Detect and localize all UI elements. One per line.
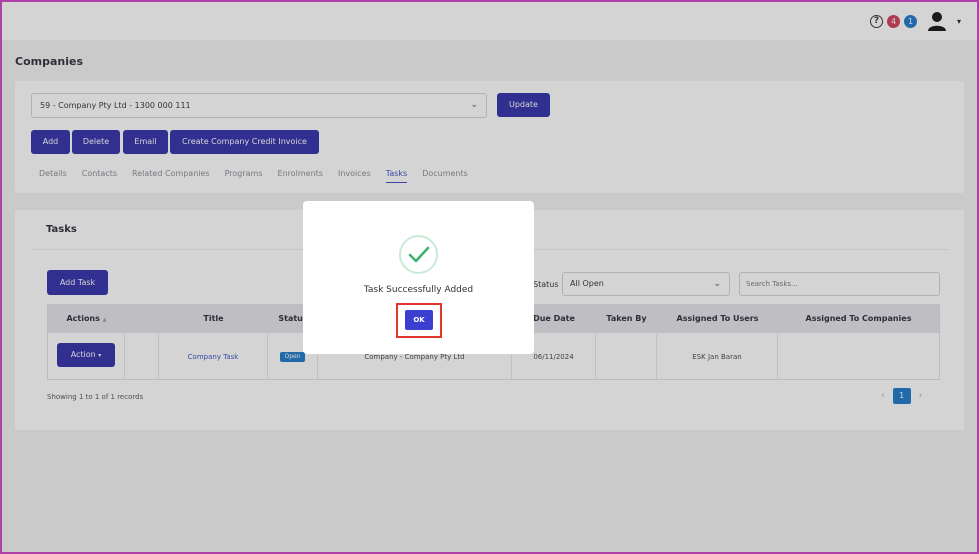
success-check-icon — [399, 235, 438, 274]
dialog-message: Task Successfully Added — [363, 285, 474, 295]
ok-button[interactable]: OK — [405, 310, 433, 330]
check-icon — [408, 246, 430, 263]
success-dialog: Task Successfully Added OK — [303, 201, 534, 354]
